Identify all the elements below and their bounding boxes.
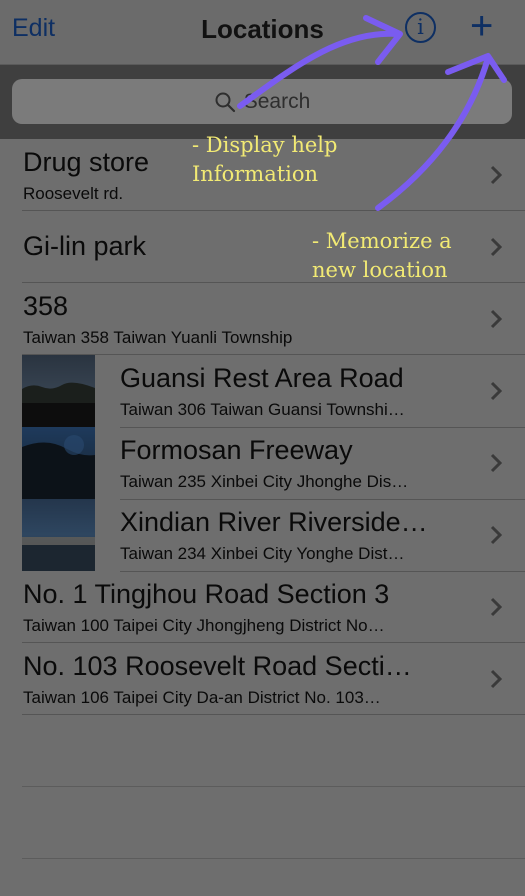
location-title: Xindian River Riverside…: [120, 507, 428, 537]
chevron-right-icon: [490, 381, 503, 401]
location-title: Formosan Freeway: [120, 435, 353, 465]
list-item-formosan-freeway[interactable]: Formosan Freeway Taiwan 235 Xinbei City …: [0, 427, 525, 500]
chevron-right-icon: [490, 453, 503, 473]
help-annotation-line2: Information: [192, 162, 319, 186]
location-thumbnail: [22, 427, 95, 499]
list-item-xindian-river[interactable]: Xindian River Riverside… Taiwan 234 Xinb…: [0, 499, 525, 572]
location-title: No. 103 Roosevelt Road Secti…: [23, 651, 412, 681]
chevron-right-icon: [490, 597, 503, 617]
list-item-358[interactable]: 358 Taiwan 358 Taiwan Yuanli Township: [22, 283, 525, 355]
page-title: Locations: [201, 14, 324, 44]
search-input[interactable]: Search: [12, 79, 512, 124]
chevron-right-icon: [490, 237, 503, 257]
add-annotation-line1: - Memorize a: [312, 229, 452, 253]
search-icon: [214, 91, 236, 113]
location-thumbnail: [22, 499, 95, 571]
location-title: 358: [23, 291, 69, 321]
search-placeholder: Search: [243, 89, 311, 113]
location-title: No. 1 Tingjhou Road Section 3: [23, 579, 390, 609]
list-item-guansi-rest-area[interactable]: Guansi Rest Area Road Taiwan 306 Taiwan …: [0, 355, 525, 428]
chevron-right-icon: [490, 309, 503, 329]
location-title: Guansi Rest Area Road: [120, 363, 404, 393]
empty-row: [22, 787, 525, 859]
chevron-right-icon: [490, 669, 503, 689]
info-icon[interactable]: i: [405, 12, 436, 43]
location-subtitle: Taiwan 106 Taipei City Da-an District No…: [23, 688, 381, 707]
add-annotation-line2: new location: [312, 258, 448, 282]
add-location-button[interactable]: +: [470, 6, 493, 46]
list-item-tingjhou-road[interactable]: No. 1 Tingjhou Road Section 3 Taiwan 100…: [22, 571, 525, 643]
location-thumbnail: [22, 355, 95, 427]
empty-row: [22, 715, 525, 787]
search-bar: Search: [0, 65, 525, 139]
location-subtitle: Taiwan 235 Xinbei City Jhonghe Dis…: [120, 472, 409, 491]
add-annotation: - Memorize a new location: [312, 227, 452, 285]
location-subtitle: Taiwan 306 Taiwan Guansi Townshi…: [120, 400, 405, 419]
chevron-right-icon: [490, 165, 503, 185]
help-annotation-line1: - Display help: [192, 133, 338, 157]
list-item-roosevelt-road[interactable]: No. 103 Roosevelt Road Secti… Taiwan 106…: [22, 643, 525, 715]
location-subtitle: Taiwan 100 Taipei City Jhongjheng Distri…: [23, 616, 385, 635]
help-annotation: - Display help Information: [192, 131, 337, 189]
chevron-right-icon: [490, 525, 503, 545]
location-subtitle: Taiwan 234 Xinbei City Yonghe Dist…: [120, 544, 405, 563]
location-subtitle: Taiwan 358 Taiwan Yuanli Township: [23, 328, 293, 347]
navigation-bar: Edit Locations i +: [0, 0, 525, 65]
